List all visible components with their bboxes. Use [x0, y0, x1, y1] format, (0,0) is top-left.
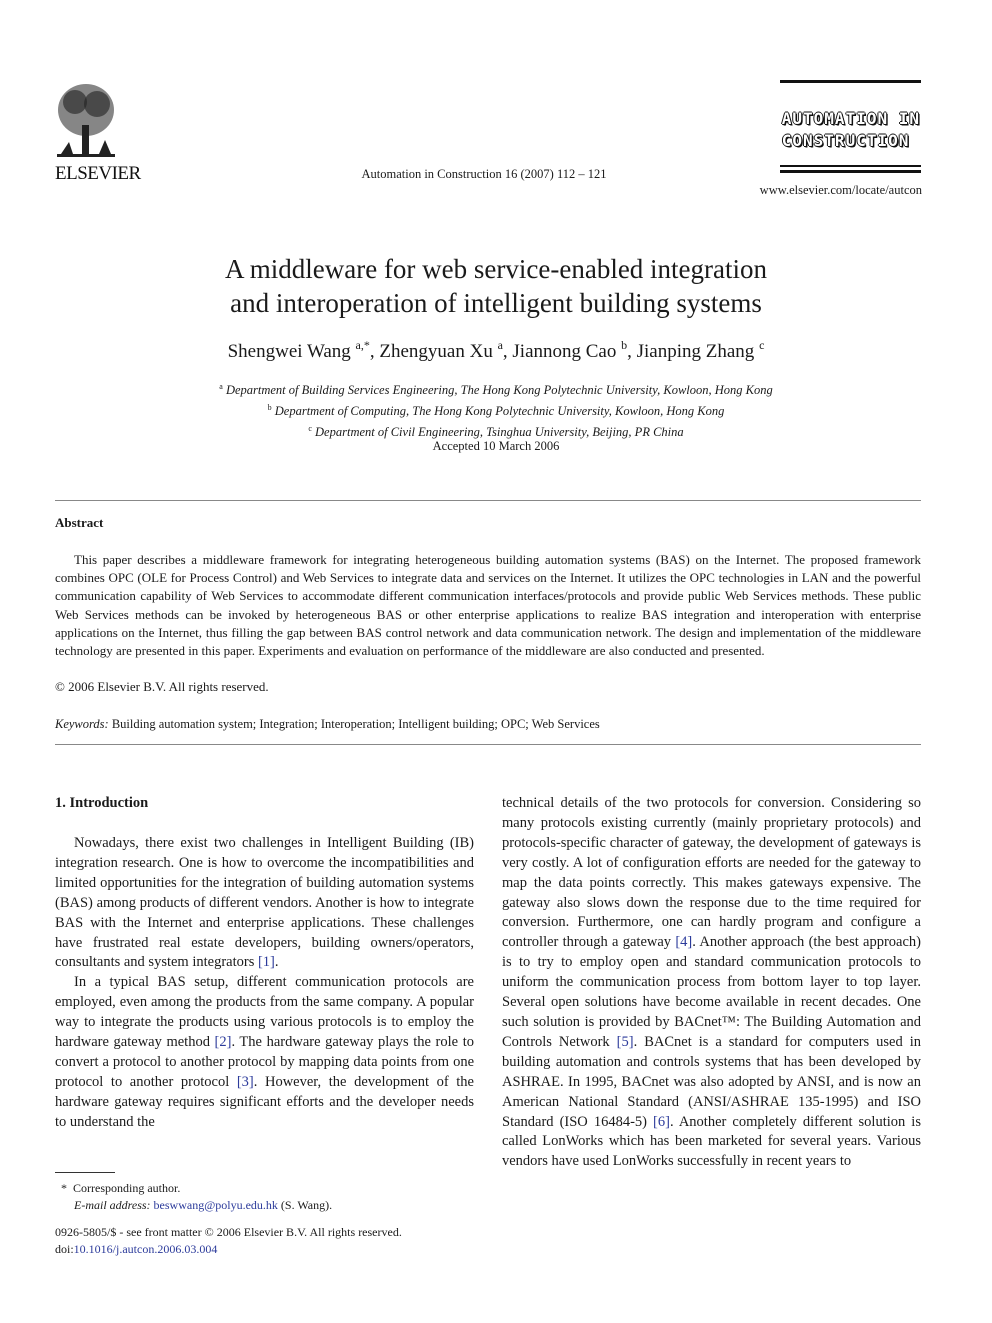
title-line-2: and interoperation of intelligent buildi…: [230, 288, 762, 318]
author-list: Shengwei Wang a,*, Zhengyuan Xu a, Jiann…: [227, 338, 765, 362]
author-affil-sup: a,*: [355, 338, 370, 352]
journal-brand-line2: CONSTRUCTION: [781, 131, 910, 150]
keywords: Keywords: Building automation system; In…: [55, 717, 600, 732]
doi-link[interactable]: 10.1016/j.autcon.2006.03.004: [74, 1242, 218, 1256]
citation-link[interactable]: [1]: [258, 954, 275, 970]
paragraph: Nowadays, there exist two challenges in …: [55, 834, 474, 973]
author-name: Shengwei Wang: [227, 341, 351, 362]
issn-block: 0926-5805/$ - see front matter © 2006 El…: [55, 1224, 402, 1258]
footnote-rule: [55, 1172, 115, 1173]
affiliations: a Department of Building Services Engine…: [0, 378, 992, 441]
author-affil-sup: a: [497, 338, 503, 352]
keywords-label: Keywords:: [55, 717, 109, 731]
paragraph-text: Nowadays, there exist two challenges in …: [55, 835, 474, 971]
affil-text: Department of Civil Engineering, Tsinghu…: [315, 425, 684, 439]
affiliation: b Department of Computing, The Hong Kong…: [0, 399, 992, 420]
email-link[interactable]: beswwang@polyu.edu.hk: [154, 1198, 278, 1212]
brand-bottom-rule: [780, 165, 921, 167]
affiliation: c Department of Civil Engineering, Tsing…: [0, 420, 992, 441]
paragraph-text: technical details of the two protocols f…: [502, 795, 921, 951]
citation-link[interactable]: [2]: [215, 1034, 232, 1050]
issn-line: 0926-5805/$ - see front matter © 2006 El…: [55, 1225, 402, 1239]
journal-citation-text: Automation in Construction 16 (2007) 112…: [361, 167, 607, 181]
author-name: Zhengyuan Xu: [379, 341, 493, 362]
email-label: E-mail address:: [74, 1198, 151, 1212]
paragraph-text: .: [274, 954, 279, 971]
author-affil-sup: b: [621, 338, 628, 352]
paragraph: In a typical BAS setup, different commun…: [55, 973, 474, 1132]
affil-marker: b: [267, 403, 272, 412]
citation-link[interactable]: [6]: [653, 1114, 670, 1130]
divider-top: [55, 500, 921, 501]
affiliation: a Department of Building Services Engine…: [0, 378, 992, 399]
footnote-text: Corresponding author.: [73, 1181, 181, 1195]
brand-bottom-rule-2: [780, 170, 921, 173]
abstract-text: This paper describes a middleware framew…: [55, 552, 921, 659]
title-line-1: A middleware for web service-enabled int…: [224, 254, 768, 284]
email-owner: (S. Wang).: [280, 1198, 333, 1212]
affil-marker: c: [308, 424, 312, 433]
journal-brand: AUTOMATION IN CONSTRUCTION: [782, 108, 920, 152]
divider-bottom: [55, 744, 921, 745]
article-title: A middleware for web service-enabled int…: [0, 252, 992, 320]
accepted-date: Accepted 10 March 2006: [432, 439, 560, 453]
affil-text: Department of Computing, The Hong Kong P…: [274, 404, 725, 418]
keywords-list: Building automation system; Integration;…: [111, 717, 600, 731]
affil-text: Department of Building Services Engineer…: [225, 383, 773, 397]
paragraph: technical details of the two protocols f…: [502, 794, 921, 1172]
journal-brand-line1: AUTOMATION IN: [781, 109, 920, 128]
affil-marker: a: [219, 382, 223, 391]
doi-line: doi:10.1016/j.autcon.2006.03.004: [55, 1241, 402, 1258]
right-column: technical details of the two protocols f…: [502, 794, 921, 1172]
elsevier-tree-icon: [57, 84, 115, 157]
doi-label: doi:: [55, 1242, 74, 1256]
brand-top-rule: [780, 80, 921, 83]
footnote-marker: *: [61, 1181, 67, 1195]
section-heading: 1. Introduction: [55, 795, 149, 811]
journal-url[interactable]: www.elsevier.com/locate/autcon: [760, 183, 922, 198]
abstract-copyright: © 2006 Elsevier B.V. All rights reserved…: [55, 679, 269, 694]
left-column: Nowadays, there exist two challenges in …: [55, 834, 474, 1133]
citation-link[interactable]: [4]: [675, 934, 692, 950]
author-name: Jiannong Cao: [512, 341, 617, 362]
author-affil-sup: c: [759, 338, 765, 352]
abstract-heading: Abstract: [55, 515, 104, 530]
citation-link[interactable]: [5]: [617, 1034, 634, 1050]
author-name: Jianping Zhang: [636, 341, 755, 362]
citation-link[interactable]: [3]: [237, 1074, 254, 1090]
footnote: * Corresponding author. E-mail address: …: [55, 1180, 332, 1214]
paragraph-text: . Another approach (the best approach) i…: [502, 934, 922, 1050]
